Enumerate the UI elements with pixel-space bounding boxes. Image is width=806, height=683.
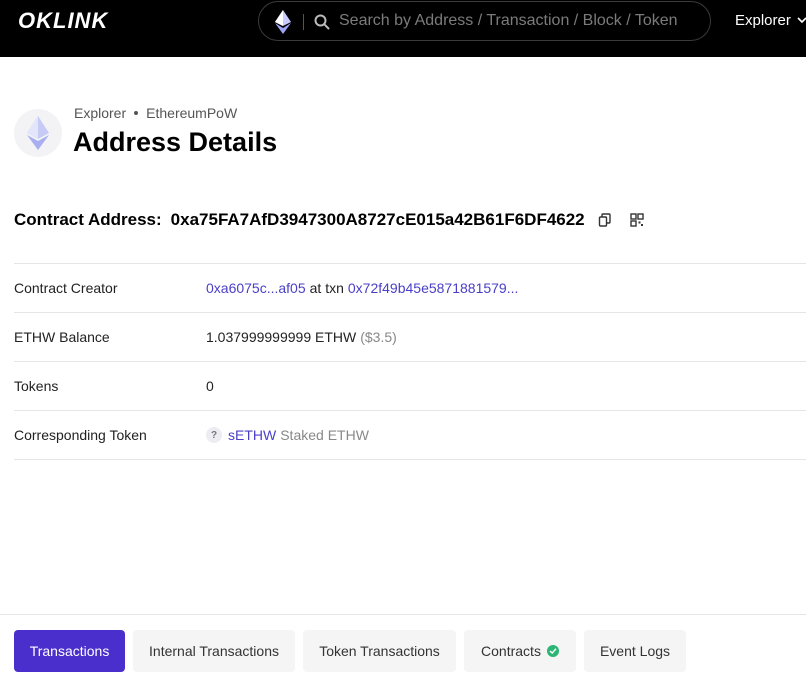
at-txn-text: at txn bbox=[309, 280, 344, 296]
breadcrumb: Explorer EthereumPoW bbox=[74, 105, 237, 121]
ethereum-chain-icon[interactable] bbox=[275, 10, 291, 34]
search-separator bbox=[303, 14, 304, 30]
explorer-menu[interactable]: Explorer bbox=[735, 12, 806, 29]
creation-txn-link[interactable]: 0x72f49b45e5871881579... bbox=[348, 280, 519, 296]
tab-contracts[interactable]: Contracts bbox=[464, 630, 576, 672]
token-name: Staked ETHW bbox=[280, 427, 369, 443]
oklink-logo-mark: OKLINK bbox=[18, 8, 109, 33]
top-navigation-bar: OKLINK Explorer bbox=[0, 0, 806, 57]
contract-address-line: Contract Address: 0xa75FA7AfD3947300A872… bbox=[14, 210, 647, 230]
tab-label: Token Transactions bbox=[319, 643, 440, 659]
copy-icon[interactable] bbox=[595, 210, 615, 230]
qr-code-icon[interactable] bbox=[627, 210, 647, 230]
oklink-logo[interactable]: OKLINK bbox=[18, 8, 130, 34]
address-details-table: Contract Creator 0xa6075c...af05 at txn … bbox=[14, 263, 806, 460]
detail-row-ethw-balance: ETHW Balance 1.037999999999 ETHW ($3.5) bbox=[14, 312, 806, 361]
breadcrumb-chain[interactable]: EthereumPoW bbox=[146, 105, 237, 121]
detail-row-contract-creator: Contract Creator 0xa6075c...af05 at txn … bbox=[14, 263, 806, 312]
search-icon bbox=[314, 14, 330, 30]
detail-label: Contract Creator bbox=[14, 280, 118, 296]
detail-value: 1.037999999999 ETHW ($3.5) bbox=[206, 329, 397, 345]
creator-address-link[interactable]: 0xa6075c...af05 bbox=[206, 280, 306, 296]
tab-label: Contracts bbox=[481, 643, 541, 659]
detail-row-corresponding-token: Corresponding Token ? sETHW Staked ETHW bbox=[14, 410, 806, 460]
token-symbol-link[interactable]: sETHW bbox=[228, 427, 276, 443]
detail-row-tokens: Tokens 0 bbox=[14, 361, 806, 410]
balance-usd: ($3.5) bbox=[360, 329, 397, 345]
breadcrumb-separator bbox=[134, 111, 139, 115]
address-tabs: Transactions Internal Transactions Token… bbox=[0, 614, 806, 683]
tab-label: Internal Transactions bbox=[149, 643, 279, 659]
tab-label: Transactions bbox=[29, 643, 110, 659]
breadcrumb-explorer[interactable]: Explorer bbox=[74, 105, 126, 121]
explorer-menu-label: Explorer bbox=[735, 12, 791, 29]
verified-check-icon bbox=[546, 645, 559, 657]
detail-label: Corresponding Token bbox=[14, 427, 147, 443]
search-input[interactable] bbox=[339, 9, 699, 33]
tab-label: Event Logs bbox=[599, 643, 671, 659]
ethereumpow-chain-icon bbox=[14, 109, 62, 157]
chevron-down-icon bbox=[797, 17, 806, 24]
detail-label: Tokens bbox=[14, 378, 59, 394]
tab-token-transactions[interactable]: Token Transactions bbox=[303, 630, 456, 672]
balance-amount: 1.037999999999 ETHW bbox=[206, 329, 357, 345]
contract-address-value: 0xa75FA7AfD3947300A8727cE015a42B61F6DF46… bbox=[170, 210, 585, 229]
tab-transactions[interactable]: Transactions bbox=[14, 630, 125, 672]
unknown-token-icon: ? bbox=[206, 427, 222, 443]
tab-event-logs[interactable]: Event Logs bbox=[584, 630, 686, 672]
detail-value: ? sETHW Staked ETHW bbox=[206, 427, 369, 443]
tokens-count: 0 bbox=[206, 378, 214, 394]
detail-value: 0xa6075c...af05 at txn 0x72f49b45e587188… bbox=[206, 280, 518, 296]
page-title: Address Details bbox=[73, 127, 278, 157]
detail-label: ETHW Balance bbox=[14, 329, 110, 345]
tab-internal-transactions[interactable]: Internal Transactions bbox=[133, 630, 295, 672]
svg-text:OKLINK: OKLINK bbox=[18, 8, 109, 33]
contract-address-label: Contract Address: bbox=[14, 210, 162, 229]
search-bar[interactable] bbox=[258, 1, 711, 41]
